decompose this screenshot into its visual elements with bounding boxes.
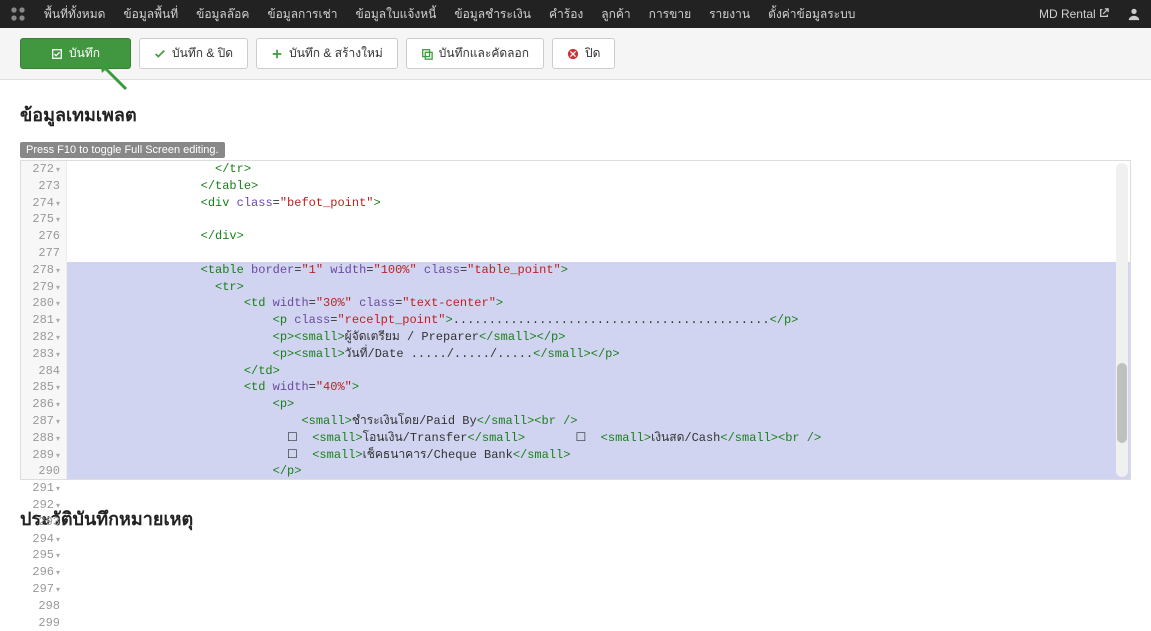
code-editor[interactable]: 2722732742752762772782792802812822832842… xyxy=(20,160,1131,480)
code-line[interactable] xyxy=(67,211,1130,228)
code-line[interactable]: <p> xyxy=(67,396,1130,413)
navbar-right: MD Rental xyxy=(1039,7,1141,21)
code-line[interactable]: ☐ <small>เช็คธนาคาร/Cheque Bank</small> xyxy=(67,447,1130,464)
main-content: ข้อมูลเทมเพลต Press F10 to toggle Full S… xyxy=(0,80,1151,553)
nav-item[interactable]: ข้อมูลล๊อค xyxy=(187,7,258,21)
check-icon xyxy=(154,48,166,60)
save-copy-button[interactable]: บันทึกและคัดลอก xyxy=(406,38,544,69)
user-icon[interactable] xyxy=(1127,7,1141,21)
nav-item[interactable]: ข้อมูลการเช่า xyxy=(258,7,346,21)
code-line[interactable]: <div class="befot_point"> xyxy=(67,195,1130,212)
code-line[interactable]: <td width="40%"> xyxy=(67,379,1130,396)
nav-item[interactable]: ข้อมูลชำระเงิน xyxy=(445,7,540,21)
nav-item[interactable]: ลูกค้า xyxy=(592,7,639,21)
joomla-logo-icon[interactable] xyxy=(10,6,26,22)
code-line[interactable]: <small>ชำระเงินโดย/Paid By</small><br /> xyxy=(67,413,1130,430)
editor-gutter: 2722732742752762772782792802812822832842… xyxy=(21,161,67,479)
nav-item[interactable]: ข้อมูลใบแจ้งหนี้ xyxy=(346,7,445,21)
code-line[interactable]: </p> xyxy=(67,463,1130,479)
action-toolbar: บันทึก บันทึก & ปิด บันทึก & สร้างใหม่ บ… xyxy=(0,28,1151,80)
code-line[interactable]: </table> xyxy=(67,178,1130,195)
brand-link[interactable]: MD Rental xyxy=(1039,7,1109,21)
nav-item[interactable]: การขาย xyxy=(640,7,700,21)
code-line[interactable]: </div> xyxy=(67,228,1130,245)
template-heading: ข้อมูลเทมเพลต xyxy=(20,100,1131,129)
f10-hint: Press F10 to toggle Full Screen editing. xyxy=(20,142,225,158)
save-close-button[interactable]: บันทึก & ปิด xyxy=(139,38,248,69)
nav-item[interactable]: ตั้งค่าข้อมูลระบบ xyxy=(759,7,864,21)
close-button[interactable]: ปิด xyxy=(552,38,615,69)
code-line[interactable]: <p><small>วันที่/Date ...../...../.....<… xyxy=(67,346,1130,363)
code-line[interactable]: ☐ <small>โอนเงิน/Transfer</small> ☐ <sma… xyxy=(67,430,1130,447)
code-line[interactable]: <p class="recelpt_point">...............… xyxy=(67,312,1130,329)
code-line[interactable]: <td width="30%" class="text-center"> xyxy=(67,295,1130,312)
scrollbar-thumb[interactable] xyxy=(1117,363,1127,443)
editor-scrollbar[interactable] xyxy=(1116,163,1128,477)
code-line[interactable]: </td> xyxy=(67,363,1130,380)
save-new-button[interactable]: บันทึก & สร้างใหม่ xyxy=(256,38,398,69)
navbar-left: พื้นที่ทั้งหมดข้อมูลพื้นที่ข้อมูลล๊อคข้อ… xyxy=(10,5,864,24)
nav-item[interactable]: พื้นที่ทั้งหมด xyxy=(35,7,114,21)
nav-item[interactable]: คำร้อง xyxy=(540,7,592,21)
code-line[interactable]: <p><small>ผู้จัดเตรียม / Preparer</small… xyxy=(67,329,1130,346)
code-line[interactable]: </tr> xyxy=(67,161,1130,178)
history-heading: ประวัติบันทึกหมายเหตุ xyxy=(20,504,1131,533)
code-line[interactable] xyxy=(67,245,1130,262)
apply-icon xyxy=(51,48,63,60)
editor-body[interactable]: </tr> </table> <div class="befot_point">… xyxy=(67,161,1130,479)
nav-item[interactable]: ข้อมูลพื้นที่ xyxy=(114,7,187,21)
code-line[interactable]: <tr> xyxy=(67,279,1130,296)
cancel-icon xyxy=(567,48,579,60)
copy-icon xyxy=(421,48,433,60)
plus-icon xyxy=(271,48,283,60)
code-line[interactable]: <table border="1" width="100%" class="ta… xyxy=(67,262,1130,279)
external-link-icon xyxy=(1099,8,1109,18)
top-navbar: พื้นที่ทั้งหมดข้อมูลพื้นที่ข้อมูลล๊อคข้อ… xyxy=(0,0,1151,28)
nav-item[interactable]: รายงาน xyxy=(700,7,759,21)
save-button[interactable]: บันทึก xyxy=(20,38,131,69)
